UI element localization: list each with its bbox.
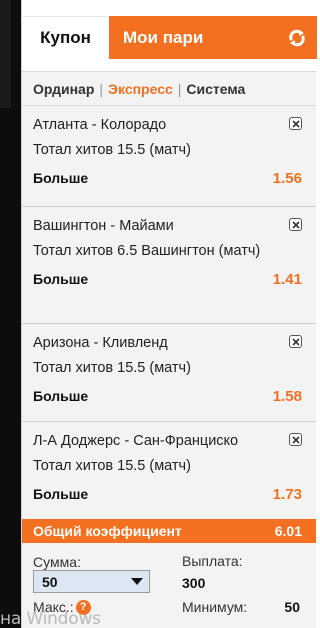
bet-pick: Больше [33, 388, 89, 404]
bet-item: Атланта - Колорадо Тотал хитов 15.5 (мат… [22, 106, 316, 207]
tab-my-bets[interactable]: Мои пари [109, 16, 277, 59]
remove-bet-button[interactable] [289, 335, 302, 348]
total-odds-label: Общий коэффициент [33, 523, 182, 539]
stake-select[interactable]: 50 [33, 570, 150, 593]
bet-pick: Больше [33, 486, 89, 502]
bet-slip-panel: Купон Мои пари Ординар | Экспресс | Сист… [21, 0, 317, 628]
refresh-button[interactable] [277, 16, 317, 59]
background-strip [0, 0, 21, 628]
payout-value: 300 [182, 575, 206, 591]
bet-odd: 1.56 [272, 169, 302, 187]
bet-item: Вашингтон - Майами Тотал хитов 6.5 Вашин… [22, 207, 316, 324]
mode-separator: | [99, 80, 104, 97]
mode-single[interactable]: Ординар [33, 81, 94, 97]
activation-watermark: на Windows [0, 609, 101, 628]
remove-bet-button[interactable] [289, 218, 302, 231]
payout-label: Выплата: [182, 553, 243, 569]
total-odds-value: 6.01 [274, 523, 302, 539]
close-icon [291, 220, 300, 229]
bet-event-title: Л-А Доджерс - Сан-Франциско [33, 433, 239, 449]
bet-item: Аризона - Кливленд Тотал хитов 15.5 (мат… [22, 324, 316, 422]
mode-express[interactable]: Экспресс [108, 81, 173, 97]
bet-market: Тотал хитов 15.5 (матч) [33, 458, 191, 474]
bet-event-title: Вашингтон - Майами [33, 218, 174, 234]
close-icon [291, 119, 300, 128]
chevron-down-icon [131, 578, 143, 585]
bet-event-title: Атланта - Колорадо [33, 117, 167, 133]
background-strip-shade [0, 0, 11, 108]
remove-bet-button[interactable] [289, 433, 302, 446]
bet-odd: 1.41 [272, 270, 302, 288]
bet-pick: Больше [33, 170, 89, 186]
bet-event-title: Аризона - Кливленд [33, 335, 168, 351]
bet-market: Тотал хитов 15.5 (матч) [33, 360, 191, 376]
tab-coupon[interactable]: Купон [22, 16, 109, 59]
min-stake-label: Минимум: [182, 599, 248, 615]
close-icon [291, 435, 300, 444]
remove-bet-button[interactable] [289, 117, 302, 130]
total-odds-bar: Общий коэффициент 6.01 [22, 519, 316, 543]
min-stake-value: 50 [284, 599, 300, 615]
bet-type-switcher: Ординар | Экспресс | Система [22, 72, 316, 106]
bet-pick: Больше [33, 271, 89, 287]
bet-odd: 1.58 [272, 387, 302, 405]
bet-slip-header: Купон Мои пари [22, 0, 317, 72]
close-icon [291, 337, 300, 346]
mode-system[interactable]: Система [186, 81, 245, 97]
bet-market: Тотал хитов 15.5 (матч) [33, 142, 191, 158]
stake-label: Сумма: [33, 554, 81, 570]
refresh-icon [289, 29, 305, 46]
bet-odd: 1.73 [272, 485, 302, 503]
bet-market: Тотал хитов 6.5 Вашингтон (матч) [33, 243, 261, 259]
stake-selected-value: 50 [42, 573, 58, 590]
mode-separator: | [177, 80, 182, 97]
bet-item: Л-А Доджерс - Сан-Франциско Тотал хитов … [22, 422, 316, 519]
bet-slip-tabs: Купон Мои пари [22, 16, 317, 59]
